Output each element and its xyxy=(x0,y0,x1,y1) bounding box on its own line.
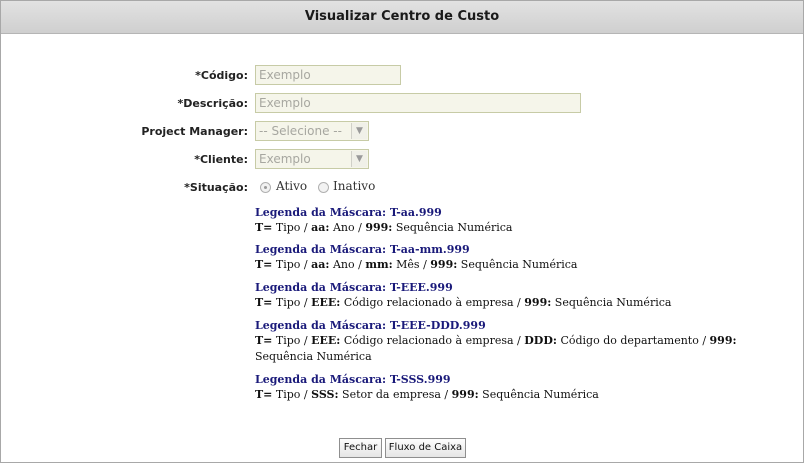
legend-block: Legenda da Máscara: T-aa.999 T= Tipo / a… xyxy=(255,206,775,236)
legend-title: Legenda da Máscara: T-SSS.999 xyxy=(255,373,451,386)
legend-block: Legenda da Máscara: T-EEE-DDD.999 T= Tip… xyxy=(255,319,775,365)
legend-title: Legenda da Máscara: T-aa.999 xyxy=(255,206,442,219)
fluxo-de-caixa-button[interactable]: Fluxo de Caixa xyxy=(385,438,466,458)
legend-description: T= Tipo / EEE: Código relacionado à empr… xyxy=(255,296,672,309)
situacao-inativo-radio[interactable] xyxy=(318,182,329,193)
cliente-value: Exemplo xyxy=(259,152,311,166)
codigo-input[interactable]: Exemplo xyxy=(255,65,401,85)
legend-block: Legenda da Máscara: T-SSS.999 T= Tipo / … xyxy=(255,373,775,403)
page-title: Visualizar Centro de Custo xyxy=(1,1,803,34)
descricao-input[interactable]: Exemplo xyxy=(255,93,581,113)
codigo-label: *Código: xyxy=(195,69,248,82)
legend-title: Legenda da Máscara: T-aa-mm.999 xyxy=(255,243,470,256)
legend-description: T= Tipo / EEE: Código relacionado à empr… xyxy=(255,334,737,363)
chevron-down-icon[interactable]: ▼ xyxy=(351,123,367,139)
project-manager-select[interactable]: -- Selecione -- ▼ xyxy=(255,121,369,141)
project-manager-label: Project Manager: xyxy=(141,125,248,138)
situacao-ativo-label: Ativo xyxy=(276,179,308,193)
legend-block: Legenda da Máscara: T-aa-mm.999 T= Tipo … xyxy=(255,243,775,273)
situacao-label: *Situação: xyxy=(184,181,248,194)
project-manager-value: -- Selecione -- xyxy=(259,124,342,138)
legend-description: T= Tipo / aa: Ano / 999: Sequência Numér… xyxy=(255,221,513,234)
legend-title: Legenda da Máscara: T-EEE-DDD.999 xyxy=(255,319,486,332)
cliente-select[interactable]: Exemplo ▼ xyxy=(255,149,369,169)
fechar-button[interactable]: Fechar xyxy=(339,438,382,458)
chevron-down-icon[interactable]: ▼ xyxy=(351,151,367,167)
cliente-label: *Cliente: xyxy=(194,153,248,166)
situacao-inativo-label: Inativo xyxy=(333,179,376,193)
legend-title: Legenda da Máscara: T-EEE.999 xyxy=(255,281,453,294)
legend-block: Legenda da Máscara: T-EEE.999 T= Tipo / … xyxy=(255,281,775,311)
situacao-ativo-radio[interactable] xyxy=(260,182,271,193)
legend-description: T= Tipo / aa: Ano / mm: Mês / 999: Sequê… xyxy=(255,258,578,271)
legend-description: T= Tipo / SSS: Setor da empresa / 999: S… xyxy=(255,388,599,401)
descricao-label: *Descrição: xyxy=(177,97,248,110)
